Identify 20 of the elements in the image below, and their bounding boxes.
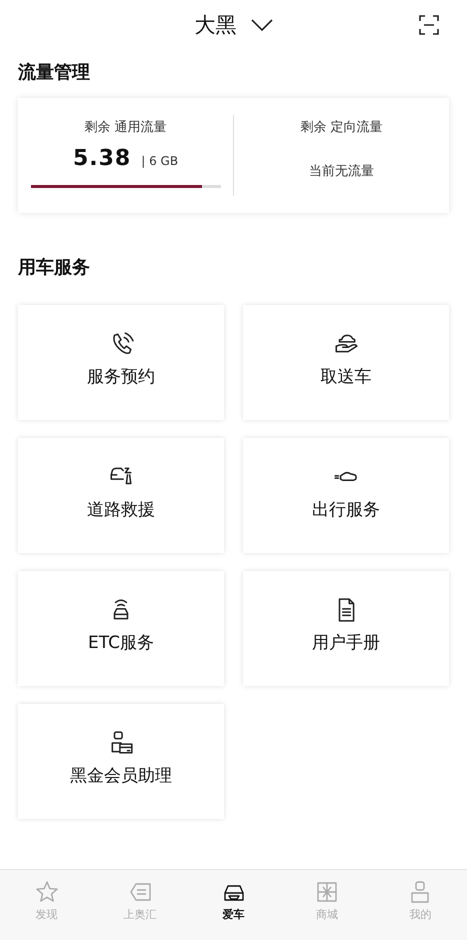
service-tile[interactable]: 用户手册 [243, 571, 449, 686]
nav-tab[interactable]: 爱车 [186, 870, 280, 940]
car-name[interactable]: 大黑 [194, 11, 236, 39]
gift-icon [314, 880, 339, 904]
star-icon [34, 880, 59, 904]
traffic-label: 剩余 通用流量 [84, 119, 167, 136]
traffic-label: 剩余 定向流量 [300, 119, 383, 136]
service-tile[interactable]: 服务预约 [18, 305, 224, 420]
service-tile[interactable]: ETC服务 [18, 571, 224, 686]
chevron-down-icon[interactable] [250, 19, 272, 31]
service-tile[interactable]: 取送车 [243, 305, 449, 420]
service-tile[interactable]: 出行服务 [243, 438, 449, 553]
section-title: 流量管理 [18, 61, 91, 84]
traffic-total: | 6 GB [141, 154, 178, 168]
scan-icon[interactable] [419, 15, 439, 35]
service-tile[interactable]: 道路救援 [18, 438, 224, 553]
section-title: 用车服务 [18, 256, 91, 279]
service-tile[interactable]: 黑金会员助理 [18, 704, 224, 819]
traffic-status: 当前无流量 [309, 163, 374, 180]
traffic-amount: 5.38 [72, 146, 132, 171]
